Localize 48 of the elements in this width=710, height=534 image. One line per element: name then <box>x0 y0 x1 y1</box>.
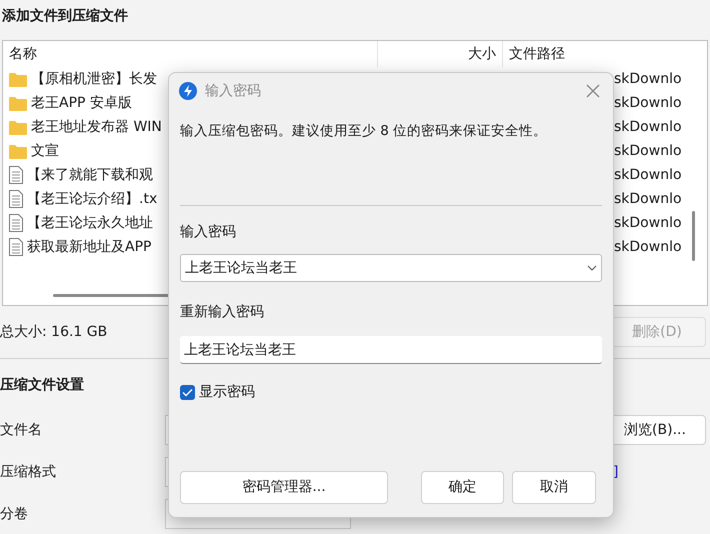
field-label: 输入密码 <box>180 223 237 242</box>
file-name[interactable]: 文宣 <box>31 140 59 162</box>
file-path: skDownlo <box>614 70 682 88</box>
file-path: skDownlo <box>614 118 682 136</box>
column-header[interactable]: 文件路径 <box>503 41 565 67</box>
document-icon <box>9 214 23 232</box>
file-path: skDownlo <box>614 190 682 208</box>
document-icon <box>9 166 23 184</box>
column-header[interactable]: 大小 <box>378 41 503 67</box>
file-name[interactable]: 老王地址发布器 WIN <box>31 116 162 138</box>
dialog-description: 输入压缩包密码。建议使用至少 8 位的密码来保证安全性。 <box>180 122 548 141</box>
window-title: 添加文件到压缩文件 <box>1 7 129 26</box>
file-name[interactable]: 【来了就能下载和观 <box>27 164 153 186</box>
file-path: skDownlo <box>614 214 682 232</box>
checkbox-label[interactable]: 显示密码 <box>199 382 255 403</box>
section-title: 压缩文件设置 <box>0 376 84 395</box>
file-path: skDownlo <box>614 166 682 184</box>
total-size: 总大小: 16.1 GB <box>0 322 108 342</box>
document-icon <box>9 190 23 208</box>
dialog-button[interactable]: 确定 <box>421 471 504 504</box>
link[interactable]: ] <box>613 462 618 482</box>
file-name[interactable]: 【老王论坛永久地址 <box>27 212 153 234</box>
field-label: 文件名 <box>0 420 43 440</box>
column-header[interactable]: 名称 <box>3 41 378 67</box>
checkbox[interactable] <box>180 385 195 400</box>
field-label: 重新输入密码 <box>180 303 265 322</box>
file-path: skDownlo <box>614 238 682 256</box>
field-label: 压缩格式 <box>0 462 57 482</box>
chevron-down-icon <box>587 265 597 271</box>
folder-icon <box>9 72 27 86</box>
file-name[interactable]: 老王APP 安卓版 <box>31 92 132 114</box>
file-name[interactable]: 【老王论坛介绍】.tx <box>27 188 158 210</box>
vertical-scrollbar[interactable] <box>692 211 695 261</box>
file-name[interactable]: 获取最新地址及APP <box>27 236 152 258</box>
file-path: skDownlo <box>614 142 682 160</box>
folder-icon <box>9 96 27 110</box>
app-icon <box>179 82 197 100</box>
file-path: skDownlo <box>614 94 682 112</box>
confirm-password-field[interactable]: 上老王论坛当老王 <box>180 336 602 364</box>
folder-icon <box>9 120 27 134</box>
dialog-button[interactable]: 取消 <box>512 471 596 504</box>
password-combobox[interactable]: 上老王论坛当老王 <box>180 254 602 282</box>
folder-icon <box>9 144 27 158</box>
field-label: 分卷 <box>0 504 29 524</box>
dialog-title: 输入密码 <box>205 82 262 100</box>
document-icon <box>9 238 23 256</box>
dialog-button[interactable]: 密码管理器... <box>180 471 388 504</box>
file-name[interactable]: 【原相机泄密】长发 <box>31 68 157 90</box>
